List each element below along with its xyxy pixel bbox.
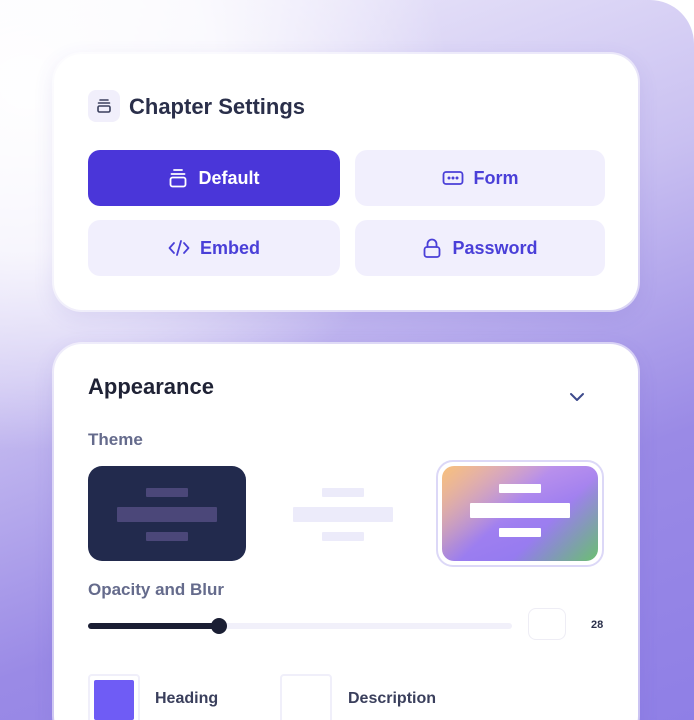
preview-bar	[322, 488, 364, 497]
description-color-label: Description	[348, 690, 437, 707]
preview-bar	[293, 507, 393, 522]
description-color-swatch[interactable]	[280, 674, 332, 720]
slider-thumb[interactable]	[211, 618, 227, 634]
option-default-label: Default	[198, 167, 260, 188]
opacity-value: 28	[591, 619, 604, 631]
opacity-value-input[interactable]	[528, 608, 566, 640]
preview-bar	[470, 503, 570, 518]
chapter-settings-card: Chapter Settings Default Form Embed Pass…	[54, 54, 638, 310]
heading-color-label: Heading	[155, 690, 219, 707]
preview-bar	[117, 507, 217, 522]
preview-bar	[499, 484, 541, 493]
preview-bar	[146, 532, 188, 541]
gradient-preview	[442, 466, 598, 561]
swatch-fill	[286, 680, 326, 720]
option-form-label: Form	[473, 167, 519, 188]
heading-color-swatch[interactable]	[88, 674, 140, 720]
theme-option-light[interactable]	[264, 466, 422, 561]
lock-icon	[422, 237, 442, 259]
code-icon	[168, 239, 190, 257]
input-field-icon	[442, 170, 464, 186]
preview-bar	[499, 528, 541, 537]
opacity-blur-label: Opacity and Blur	[88, 580, 225, 599]
theme-label: Theme	[88, 430, 143, 449]
option-default-button[interactable]: Default	[88, 150, 340, 206]
theme-option-gradient[interactable]	[436, 460, 604, 567]
option-embed-button[interactable]: Embed	[88, 220, 340, 276]
preview-bar	[146, 488, 188, 497]
preview-bar	[322, 532, 364, 541]
stack-icon	[168, 167, 188, 189]
appearance-card: Appearance Theme Opacity and Blur 28 Hea…	[54, 344, 638, 720]
theme-option-dark[interactable]	[88, 466, 246, 561]
option-embed-label: Embed	[199, 237, 260, 258]
page-title: Chapter Settings	[129, 94, 306, 119]
chevron-down-icon[interactable]	[566, 386, 588, 408]
slider-fill	[88, 623, 219, 629]
option-password-button[interactable]: Password	[355, 220, 605, 276]
swatch-fill	[94, 680, 134, 720]
opacity-slider[interactable]	[88, 618, 512, 634]
appearance-title: Appearance	[88, 374, 214, 399]
option-password-label: Password	[452, 237, 538, 258]
option-form-button[interactable]: Form	[355, 150, 605, 206]
stack-icon	[88, 90, 120, 122]
